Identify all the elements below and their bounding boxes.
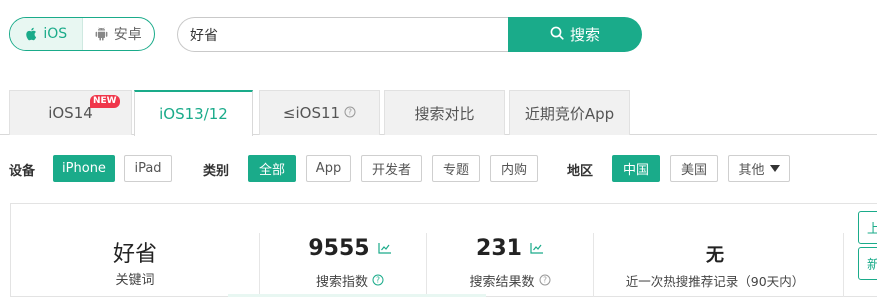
platform-ios-label: iOS [43, 26, 68, 42]
question-circle-icon[interactable]: ? [344, 104, 356, 122]
platform-android-button[interactable]: 安卓 [83, 18, 155, 50]
search-index-label: 搜索指数 [315, 275, 368, 290]
stats-divider [259, 233, 260, 297]
region-filter-label: 地区 [567, 164, 594, 179]
chart-icon[interactable] [530, 239, 544, 258]
search-index-value-row: 9555 [290, 236, 410, 261]
category-option-topic[interactable]: 专题 [432, 155, 480, 182]
device-option-ipad[interactable]: iPad [124, 155, 172, 182]
tab-label: iOS13/12 [159, 105, 228, 123]
region-other-label: 其他 [738, 163, 765, 178]
platform-ios-button[interactable]: iOS [10, 18, 83, 50]
chart-icon[interactable] [378, 239, 392, 258]
tab-label: ≤iOS11 [282, 104, 341, 122]
tab-label: iOS14 [48, 104, 93, 122]
search-button-label: 搜索 [569, 26, 600, 44]
stats-divider [593, 233, 594, 297]
svg-text:?: ? [543, 276, 547, 285]
tab-label: 搜索对比 [414, 104, 475, 123]
category-option-iap[interactable]: 内购 [490, 155, 538, 182]
question-circle-icon[interactable]: ? [539, 271, 551, 290]
result-count-label: 搜索结果数 [469, 275, 535, 290]
keyword-value: 好省 [112, 242, 157, 267]
category-option-app[interactable]: App [306, 155, 351, 182]
question-circle-icon[interactable]: ? [372, 271, 384, 290]
svg-text:?: ? [348, 108, 352, 117]
platform-toggle: iOS 安卓 [9, 17, 155, 51]
result-count-value: 231 [476, 236, 522, 261]
device-filter-label: 设备 [9, 164, 36, 179]
region-other-dropdown[interactable]: 其他 [728, 155, 790, 182]
tab-label: 近期竞价App [524, 104, 615, 123]
search-icon [550, 26, 564, 44]
result-count-label-row: 搜索结果数 ? [445, 271, 575, 290]
android-icon [95, 27, 108, 41]
region-option-usa[interactable]: 美国 [670, 155, 718, 182]
search-input[interactable] [177, 17, 512, 52]
tab-search-compare[interactable]: 搜索对比 [384, 90, 505, 135]
side-action-button-new[interactable]: 新 [858, 247, 877, 280]
keyword-label: 关键词 [115, 273, 155, 288]
device-option-iphone[interactable]: iPhone [53, 155, 115, 182]
result-count-value-row: 231 [450, 236, 570, 261]
search-button[interactable]: 搜索 [508, 17, 642, 52]
side-action-button-top[interactable]: 上 [858, 211, 877, 244]
stats-divider [426, 233, 427, 297]
region-option-china[interactable]: 中国 [612, 155, 660, 182]
svg-text:?: ? [376, 276, 380, 285]
search-index-value: 9555 [308, 236, 370, 261]
search-index-label-row: 搜索指数 ? [290, 271, 410, 290]
hot-search-label: 近一次热搜推荐记录（90天内） [625, 274, 805, 289]
tab-ios13-12[interactable]: iOS13/12 [134, 90, 253, 136]
stats-divider [843, 233, 844, 297]
new-badge: NEW [90, 95, 120, 108]
tab-ios11[interactable]: ≤iOS11 ? [259, 90, 380, 135]
category-option-all[interactable]: 全部 [248, 155, 296, 182]
tab-recent-bidding-app[interactable]: 近期竞价App [509, 90, 630, 135]
category-filter-label: 类别 [203, 164, 230, 179]
category-option-developer[interactable]: 开发者 [361, 155, 422, 182]
hot-search-value: 无 [706, 245, 724, 266]
caret-down-icon [769, 161, 780, 176]
platform-android-label: 安卓 [113, 27, 142, 43]
apple-icon [24, 27, 37, 41]
